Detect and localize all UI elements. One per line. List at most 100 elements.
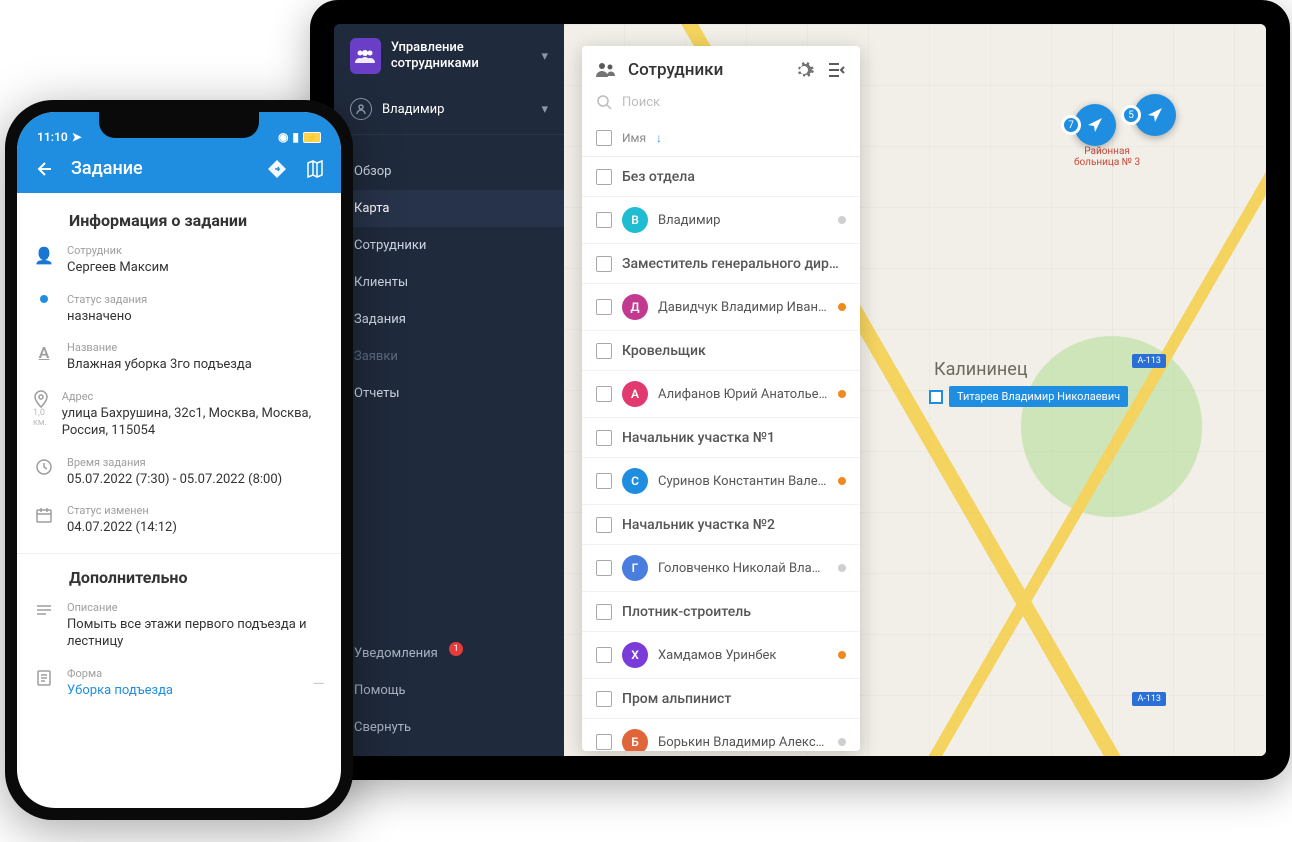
user-switcher[interactable]: Владимир ▾ [334, 88, 564, 135]
employee-row[interactable]: ВВладимир [582, 197, 860, 244]
row-label: Начальник участка №2 [622, 517, 846, 533]
status-indicator [838, 216, 846, 224]
divider [17, 553, 341, 554]
group-row[interactable]: Начальник участка №1 [582, 418, 860, 458]
employee-avatar: В [622, 207, 648, 233]
status-indicator [838, 564, 846, 572]
row-checkbox[interactable] [596, 343, 612, 359]
employee-row[interactable]: ХХамдамов Уринбек [582, 632, 860, 679]
row-checkbox[interactable] [596, 734, 612, 750]
row-checkbox[interactable] [596, 604, 612, 620]
collapse-icon[interactable]: — [313, 674, 326, 693]
nav-item[interactable]: Сотрудники [334, 227, 564, 264]
chevron-down-icon: ▾ [541, 49, 548, 64]
employee-list: Без отделаВВладимирЗаместитель генеральн… [582, 157, 860, 751]
status-indicator [838, 303, 846, 311]
map-marker-icon [929, 390, 943, 404]
row-checkbox[interactable] [596, 560, 612, 576]
gear-icon[interactable] [794, 60, 814, 80]
row-checkbox[interactable] [596, 212, 612, 228]
phone-frame: 11:10 ➤ ◉ ▮ ⚡ Задание Информация о задан… [5, 100, 353, 820]
nav-item[interactable]: Задания [334, 301, 564, 338]
phone-appbar: Задание [17, 146, 341, 193]
nav-item[interactable]: Обзор [334, 153, 564, 190]
cluster-count: 7 [1061, 115, 1081, 135]
map-area[interactable]: Калининец Районная больница № 3 7 5 Тита… [564, 24, 1266, 756]
row-checkbox[interactable] [596, 256, 612, 272]
pin-icon [33, 390, 49, 408]
directions-icon[interactable] [267, 159, 287, 179]
signal-icon: ▮ [292, 130, 299, 144]
phone-body[interactable]: Информация о задании 👤 СотрудникСергеев … [17, 193, 341, 808]
user-name: Владимир [382, 102, 444, 117]
employee-row[interactable]: ББорькин Владимир Александр... [582, 719, 860, 751]
app-logo-icon [350, 38, 381, 74]
nav-collapse[interactable]: Свернуть [334, 709, 564, 746]
text-icon: A [33, 343, 55, 362]
map-employee-tag[interactable]: Титарев Владимир Николаевич [929, 386, 1128, 407]
group-row[interactable]: Плотник-строитель [582, 592, 860, 632]
form-icon [33, 669, 55, 687]
status-indicator [838, 651, 846, 659]
field-form[interactable]: ФормаУборка подъезда — [33, 667, 325, 700]
app-switcher[interactable]: Управление сотрудниками ▾ [334, 24, 564, 88]
row-label: Начальник участка №1 [622, 430, 846, 446]
row-checkbox[interactable] [596, 473, 612, 489]
row-label: Плотник-строитель [622, 604, 846, 620]
collapse-panel-icon[interactable] [826, 60, 846, 80]
status-dot-icon [33, 295, 55, 303]
tablet-frame: Управление сотрудниками ▾ Владимир ▾ Обз… [310, 0, 1290, 780]
sidebar: Управление сотрудниками ▾ Владимир ▾ Обз… [334, 24, 564, 756]
group-row[interactable]: Пром альпинист [582, 679, 860, 719]
clock-icon [33, 458, 55, 476]
map-icon[interactable] [305, 159, 325, 179]
employee-row[interactable]: ААлифанов Юрий Анатольевич [582, 371, 860, 418]
map-cluster-pin[interactable]: 5 [1134, 94, 1176, 136]
sort-arrow-icon[interactable]: ↓ [656, 131, 662, 145]
row-checkbox[interactable] [596, 691, 612, 707]
row-checkbox[interactable] [596, 386, 612, 402]
group-row[interactable]: Начальник участка №2 [582, 505, 860, 545]
field-time: Время задания05.07.2022 (7:30) - 05.07.2… [33, 456, 325, 489]
row-label: Давидчук Владимир Иванович [658, 300, 828, 315]
nav-item[interactable]: Карта [334, 190, 564, 227]
employee-row[interactable]: ДДавидчук Владимир Иванович [582, 284, 860, 331]
map-cluster-pin[interactable]: 7 [1074, 104, 1116, 146]
distance-label: 1,0 км. [33, 408, 50, 428]
road-badge: А-113 [1132, 692, 1166, 706]
group-row[interactable]: Без отдела [582, 157, 860, 197]
employees-panel: Сотрудники Имя ↓ Без отделаВВладимирЗаме… [582, 46, 860, 751]
nav-item[interactable]: Клиенты [334, 264, 564, 301]
wifi-icon: ◉ [278, 130, 288, 144]
employee-row[interactable]: ССуринов Константин Валерьев... [582, 458, 860, 505]
employee-row[interactable]: ГГоловченко Николай Владими... [582, 545, 860, 592]
group-row[interactable]: Кровельщик [582, 331, 860, 371]
back-icon[interactable] [33, 159, 53, 179]
row-checkbox[interactable] [596, 430, 612, 446]
row-checkbox[interactable] [596, 647, 612, 663]
row-label: Алифанов Юрий Анатольевич [658, 387, 828, 402]
search-input[interactable] [622, 95, 846, 110]
nav-item[interactable]: Отчеты [334, 375, 564, 412]
panel-search [582, 90, 860, 120]
row-checkbox[interactable] [596, 517, 612, 533]
nav-menu: ОбзорКартаСотрудникиКлиентыЗаданияЗаявки… [334, 135, 564, 412]
row-checkbox[interactable] [596, 299, 612, 315]
nav-notifications[interactable]: Уведомления 1 [334, 635, 564, 672]
field-name: A НазваниеВлажная уборка 3го подъезда [33, 341, 325, 374]
group-row[interactable]: Заместитель генерального директора [582, 244, 860, 284]
calendar-icon [33, 506, 55, 524]
status-indicator [838, 390, 846, 398]
row-checkbox[interactable] [596, 169, 612, 185]
cluster-count: 5 [1121, 105, 1141, 125]
map-city-label: Калининец [934, 359, 1028, 380]
phone-statusbar: 11:10 ➤ ◉ ▮ ⚡ [17, 112, 341, 146]
col-name[interactable]: Имя [622, 131, 646, 145]
nav-help[interactable]: Помощь [334, 672, 564, 709]
location-arrow-icon [1085, 115, 1105, 135]
tablet-screen: Управление сотрудниками ▾ Владимир ▾ Обз… [334, 24, 1266, 756]
panel-columns: Имя ↓ [582, 120, 860, 157]
location-indicator-icon: ➤ [72, 130, 82, 144]
select-all-checkbox[interactable] [596, 130, 612, 146]
nav-item[interactable]: Заявки [334, 338, 564, 375]
